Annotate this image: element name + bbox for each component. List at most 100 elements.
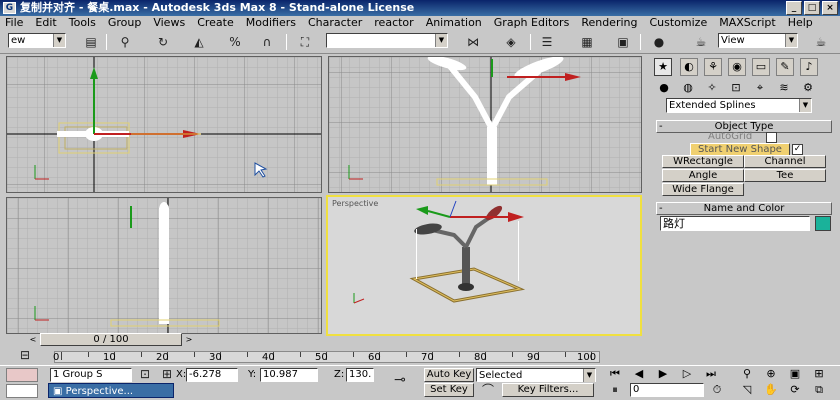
maxscript-listener-mini[interactable] [6,368,38,382]
channel-button[interactable]: Channel [744,155,826,168]
close-button[interactable]: × [822,1,838,15]
auto-key-button[interactable]: Auto Key [424,368,474,382]
play-icon[interactable]: ▶ [654,367,672,382]
name-and-color-rollout-header[interactable]: - Name and Color [656,202,832,215]
scale-icon[interactable]: ◭ [188,32,210,52]
cameras-icon[interactable]: ⊡ [728,80,744,96]
menu-group[interactable]: Group [103,16,149,30]
key-filters-button[interactable]: Key Filters... [502,383,594,397]
menu-modifiers[interactable]: Modifiers [241,16,303,30]
systems-icon[interactable]: ⚙ [800,80,816,96]
menu-tools[interactable]: Tools [64,16,103,30]
menu-rendering[interactable]: Rendering [576,16,644,30]
object-name-input[interactable]: 路灯 [660,216,810,231]
mirror-icon[interactable]: ⋈ [462,32,484,52]
schematic-view-icon[interactable]: ▣ [612,32,634,52]
lights-icon[interactable]: ✧ [704,80,720,96]
taskbar-perspective-item[interactable]: ▣ Perspective... [48,383,174,398]
align-icon[interactable]: ◈ [500,32,522,52]
reference-coord-dropdown[interactable]: View ▼ [718,33,798,48]
select-by-name-icon[interactable]: ▤ [80,32,102,52]
menu-file[interactable]: File [0,16,30,30]
curve-editor-icon[interactable]: ▦ [576,32,598,52]
set-key-button[interactable]: Set Key [424,383,474,397]
next-frame-icon[interactable]: ▷ [678,367,696,382]
tee-button[interactable]: Tee [744,169,826,182]
panel-extra-tab-icon[interactable]: ♪ [800,58,818,76]
maximize-button[interactable]: □ [804,1,820,15]
z-coord-field[interactable]: 130. [346,368,374,382]
material-editor-icon[interactable]: ● [648,32,670,52]
motion-tab-icon[interactable]: ◉ [728,58,746,76]
absolute-mode-icon[interactable]: ⊞ [160,366,174,382]
geometry-icon[interactable]: ● [656,80,672,96]
named-selection-dropdown[interactable]: ▼ [326,33,448,48]
time-slider-prev-icon[interactable]: < [28,333,38,346]
chevron-down-icon[interactable]: ▼ [435,34,447,47]
menu-edit[interactable]: Edit [30,16,63,30]
space-warps-icon[interactable]: ≋ [776,80,792,96]
quick-render-icon[interactable]: ☕ [810,32,832,52]
zoom-icon[interactable]: ⚲ [738,367,756,382]
time-slider[interactable]: 0 / 100 [40,333,182,346]
y-coord-field[interactable]: 10.987 [260,368,318,382]
maxscript-listener-output[interactable] [6,384,38,398]
zoom-all-icon[interactable]: ⊕ [762,367,780,382]
shapes-icon[interactable]: ◍ [680,80,696,96]
start-new-shape-checkbox[interactable]: ✓ [792,144,803,155]
time-slider-next-icon[interactable]: > [184,333,194,346]
minimize-button[interactable]: _ [786,1,802,15]
time-configuration-icon[interactable]: ⏱ [708,383,726,398]
wrectangle-button[interactable]: WRectangle [662,155,744,168]
viewport-front[interactable] [328,56,642,193]
selection-filter-dropdown[interactable]: ew ▼ [8,33,66,48]
angle-button[interactable]: Angle [662,169,744,182]
chevron-down-icon[interactable]: ▼ [583,369,595,382]
spinner-snap-icon[interactable]: ∩ [256,32,278,52]
current-frame-field[interactable]: 0 [630,383,704,397]
chevron-down-icon[interactable]: ▼ [799,99,811,112]
wide-flange-button[interactable]: Wide Flange [662,183,744,196]
key-mode-toggle-icon[interactable]: ⏸ [606,383,624,398]
go-to-end-icon[interactable]: ⏭ [702,367,720,382]
create-tab-icon[interactable]: ★ [654,58,672,76]
key-icon[interactable]: ⊸ [386,370,414,390]
menu-help[interactable]: Help [783,16,820,30]
lock-selection-icon[interactable]: ⊡ [136,366,154,382]
select-and-link-icon[interactable]: ⚲ [114,32,136,52]
autogrid-checkbox[interactable] [766,132,777,143]
menu-character[interactable]: Character [303,16,369,30]
layer-manager-icon[interactable]: ☰ [536,32,558,52]
chevron-down-icon[interactable]: ▼ [53,34,65,47]
modify-tab-icon[interactable]: ◐ [680,58,698,76]
default-tangent-icon[interactable]: ⌒ [478,383,498,397]
field-of-view-icon[interactable]: ◹ [738,383,756,398]
app-icon[interactable]: G [3,2,16,14]
viewport-label[interactable]: Perspective [332,199,378,208]
utilities-tab-icon[interactable]: ✎ [776,58,794,76]
zoom-extents-icon[interactable]: ▣ [786,367,804,382]
viewport-perspective[interactable]: Perspective [326,195,642,336]
go-to-start-icon[interactable]: ⏮ [606,367,624,382]
menu-maxscript[interactable]: MAXScript [714,16,782,30]
hierarchy-tab-icon[interactable]: ⚘ [704,58,722,76]
menu-animation[interactable]: Animation [421,16,489,30]
menu-graph-editors[interactable]: Graph Editors [489,16,577,30]
zoom-extents-all-icon[interactable]: ⊞ [810,367,828,382]
menu-customize[interactable]: Customize [644,16,714,30]
previous-frame-icon[interactable]: ◀ [630,367,648,382]
render-scene-icon[interactable]: ☕ [690,32,712,52]
menu-create[interactable]: Create [192,16,241,30]
maximize-viewport-icon[interactable]: ⧉ [810,383,828,398]
arc-rotate-icon[interactable]: ⟳ [786,383,804,398]
helpers-icon[interactable]: ⌖ [752,80,768,96]
edit-named-selection-icon[interactable]: ⛶ [294,32,316,52]
x-coord-field[interactable]: -6.278 [186,368,238,382]
pan-icon[interactable]: ✋ [762,383,780,398]
rotate-icon[interactable]: ↻ [152,32,174,52]
category-dropdown[interactable]: Extended Splines ▼ [666,98,812,113]
key-mode-dropdown[interactable]: Selected ▼ [476,368,596,382]
menu-views[interactable]: Views [148,16,192,30]
display-tab-icon[interactable]: ▭ [752,58,770,76]
percent-snap-icon[interactable]: % [224,32,246,52]
